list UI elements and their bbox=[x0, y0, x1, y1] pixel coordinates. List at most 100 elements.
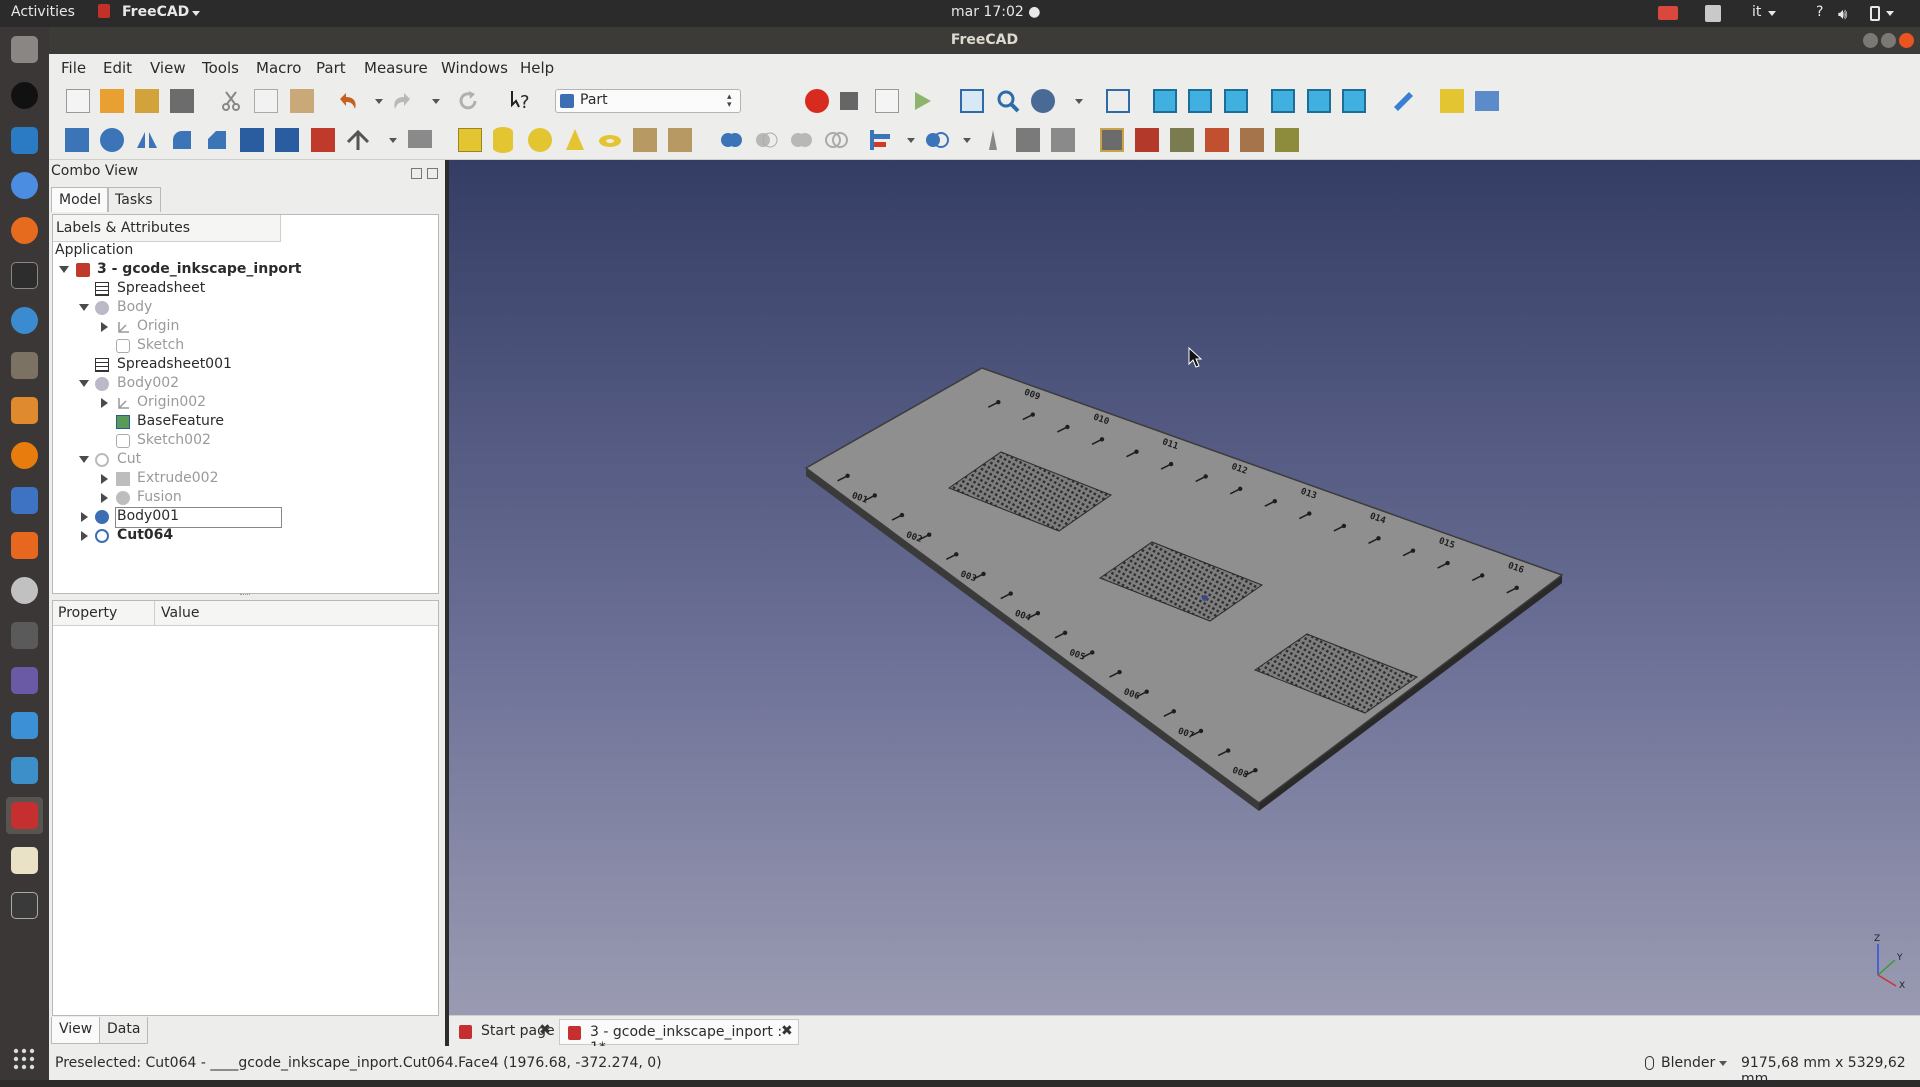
launcher-notes[interactable] bbox=[6, 842, 43, 879]
cone-primitive-icon[interactable] bbox=[563, 128, 587, 152]
tree-item-body001[interactable]: Body001 bbox=[115, 507, 282, 528]
launcher-blender[interactable] bbox=[6, 437, 43, 474]
measure-distance-icon[interactable] bbox=[1391, 89, 1415, 113]
launcher-terminal[interactable] bbox=[6, 257, 43, 294]
left-view-icon[interactable] bbox=[1342, 89, 1366, 113]
fillet-icon[interactable] bbox=[170, 128, 194, 152]
launcher-writer[interactable] bbox=[6, 122, 43, 159]
tree-item-spreadsheet[interactable]: Spreadsheet bbox=[117, 280, 205, 299]
cut-boolean-icon[interactable] bbox=[754, 128, 778, 152]
split-chevron-down-icon[interactable] bbox=[963, 138, 971, 143]
boolean-icon[interactable] bbox=[719, 128, 743, 152]
cylinder-primitive-icon[interactable] bbox=[493, 127, 513, 153]
expand-toggle-icon[interactable] bbox=[101, 493, 108, 503]
close-tab-icon[interactable]: ✖ bbox=[539, 1022, 551, 1038]
sweep-chevron-down-icon[interactable] bbox=[389, 138, 397, 143]
mirror-icon[interactable] bbox=[135, 128, 159, 152]
panel-splitter-handle[interactable] bbox=[240, 594, 250, 598]
fit-all-icon[interactable] bbox=[960, 89, 984, 113]
navigation-style-selector[interactable]: Blender bbox=[1661, 1055, 1715, 1071]
tree-item-sketch002[interactable]: Sketch002 bbox=[137, 432, 211, 451]
screen-record-icon[interactable] bbox=[1658, 6, 1678, 20]
front-view-icon[interactable] bbox=[1153, 89, 1177, 113]
clipboard-icon[interactable] bbox=[1705, 5, 1721, 22]
isometric-view-icon[interactable] bbox=[1106, 89, 1130, 113]
attachment-icon[interactable] bbox=[1240, 128, 1264, 152]
redo-icon[interactable] bbox=[390, 89, 414, 113]
loft-icon[interactable] bbox=[311, 128, 335, 152]
menu-part[interactable]: Part bbox=[316, 59, 346, 77]
menu-tools[interactable]: Tools bbox=[202, 59, 239, 77]
tree-item-extrude002[interactable]: Extrude002 bbox=[137, 470, 218, 489]
keyboard-layout-indicator[interactable]: it bbox=[1752, 4, 1761, 20]
new-document-icon[interactable] bbox=[66, 89, 90, 113]
redo-dropdown-chevron-down-icon[interactable] bbox=[432, 99, 440, 104]
close-panel-button[interactable] bbox=[427, 168, 438, 179]
clock[interactable]: mar 17:02 ● bbox=[951, 4, 1040, 20]
rear-view-icon[interactable] bbox=[1271, 89, 1295, 113]
system-chevron-down-icon[interactable] bbox=[1886, 11, 1894, 16]
launcher-firefox[interactable] bbox=[6, 212, 43, 249]
tab-view[interactable]: View bbox=[51, 1017, 101, 1044]
tree-item-spreadsheet001[interactable]: Spreadsheet001 bbox=[117, 356, 232, 375]
join-features-icon[interactable] bbox=[868, 128, 892, 152]
chamfer-icon[interactable] bbox=[205, 128, 229, 152]
property-column-header[interactable]: Property bbox=[58, 605, 117, 621]
activities-button[interactable]: Activities bbox=[11, 4, 75, 20]
show-applications-button[interactable] bbox=[6, 1041, 43, 1078]
expand-toggle-icon[interactable] bbox=[101, 474, 108, 484]
extrude-icon[interactable] bbox=[65, 128, 89, 152]
help-icon[interactable]: ? bbox=[1816, 4, 1823, 20]
launcher-settings[interactable] bbox=[6, 572, 43, 609]
tree-item-basefeature[interactable]: BaseFeature bbox=[137, 413, 224, 432]
compound-icon[interactable] bbox=[981, 128, 1005, 152]
launcher-draw[interactable] bbox=[6, 392, 43, 429]
maximize-button[interactable] bbox=[1881, 33, 1896, 48]
ruled-surface-icon[interactable] bbox=[275, 128, 299, 152]
tree-item-origin002[interactable]: Origin002 bbox=[137, 394, 206, 413]
menu-measure[interactable]: Measure bbox=[364, 59, 428, 77]
tree-item-document[interactable]: 3 - gcode_inkscape_inport bbox=[97, 261, 301, 280]
expand-toggle-icon[interactable] bbox=[81, 512, 88, 522]
fuse-icon[interactable] bbox=[789, 128, 813, 152]
revolve-icon[interactable] bbox=[100, 128, 124, 152]
join-chevron-down-icon[interactable] bbox=[907, 138, 915, 143]
color-per-face-icon[interactable] bbox=[1275, 128, 1299, 152]
menu-windows[interactable]: Windows bbox=[441, 59, 508, 77]
open-folder-icon[interactable] bbox=[100, 89, 124, 113]
menu-edit[interactable]: Edit bbox=[103, 59, 132, 77]
tab-tasks[interactable]: Tasks bbox=[107, 187, 161, 212]
minimize-button[interactable] bbox=[1863, 33, 1878, 48]
3d-view[interactable]: 001 002 003 004 005 006 007 008 009 010 011 012 013… bbox=[449, 160, 1920, 1015]
tree-item-sketch[interactable]: Sketch bbox=[137, 337, 184, 356]
tab-document[interactable]: 3 - gcode_inkscape_inport : 1* ✖ bbox=[559, 1019, 799, 1056]
value-column-header[interactable]: Value bbox=[161, 605, 199, 621]
tree-column-header[interactable]: Labels & Attributes bbox=[53, 215, 281, 242]
undo-dropdown-chevron-down-icon[interactable] bbox=[375, 99, 383, 104]
launcher-uploader[interactable] bbox=[6, 707, 43, 744]
create-part-icon[interactable] bbox=[1440, 89, 1464, 113]
tab-model[interactable]: Model bbox=[51, 187, 110, 212]
execute-macro-icon[interactable] bbox=[910, 89, 934, 113]
launcher-software[interactable] bbox=[6, 527, 43, 564]
expand-toggle-icon[interactable] bbox=[79, 456, 89, 463]
shape-builder-icon[interactable] bbox=[668, 128, 692, 152]
undo-icon[interactable] bbox=[336, 89, 360, 113]
menu-macro[interactable]: Macro bbox=[256, 59, 301, 77]
draw-style-chevron-down-icon[interactable] bbox=[1075, 99, 1083, 104]
projection-icon[interactable] bbox=[1205, 128, 1229, 152]
menu-help[interactable]: Help bbox=[520, 59, 554, 77]
section-icon[interactable] bbox=[1100, 128, 1124, 152]
launcher-editor[interactable] bbox=[6, 302, 43, 339]
cross-sections-icon[interactable] bbox=[1135, 128, 1159, 152]
volume-icon[interactable]: 🔊︎ bbox=[1838, 5, 1847, 23]
launcher-freecad[interactable] bbox=[6, 797, 43, 834]
tab-data[interactable]: Data bbox=[99, 1017, 149, 1044]
launcher-video-editor[interactable] bbox=[6, 887, 43, 924]
nav-style-chevron-down-icon[interactable] bbox=[1719, 1061, 1727, 1066]
close-tab-icon[interactable]: ✖ bbox=[781, 1023, 793, 1039]
expand-toggle-icon[interactable] bbox=[59, 266, 69, 273]
menu-view[interactable]: View bbox=[150, 59, 186, 77]
whats-this-icon[interactable]: ? bbox=[510, 89, 534, 113]
thickness-icon[interactable] bbox=[1170, 128, 1194, 152]
